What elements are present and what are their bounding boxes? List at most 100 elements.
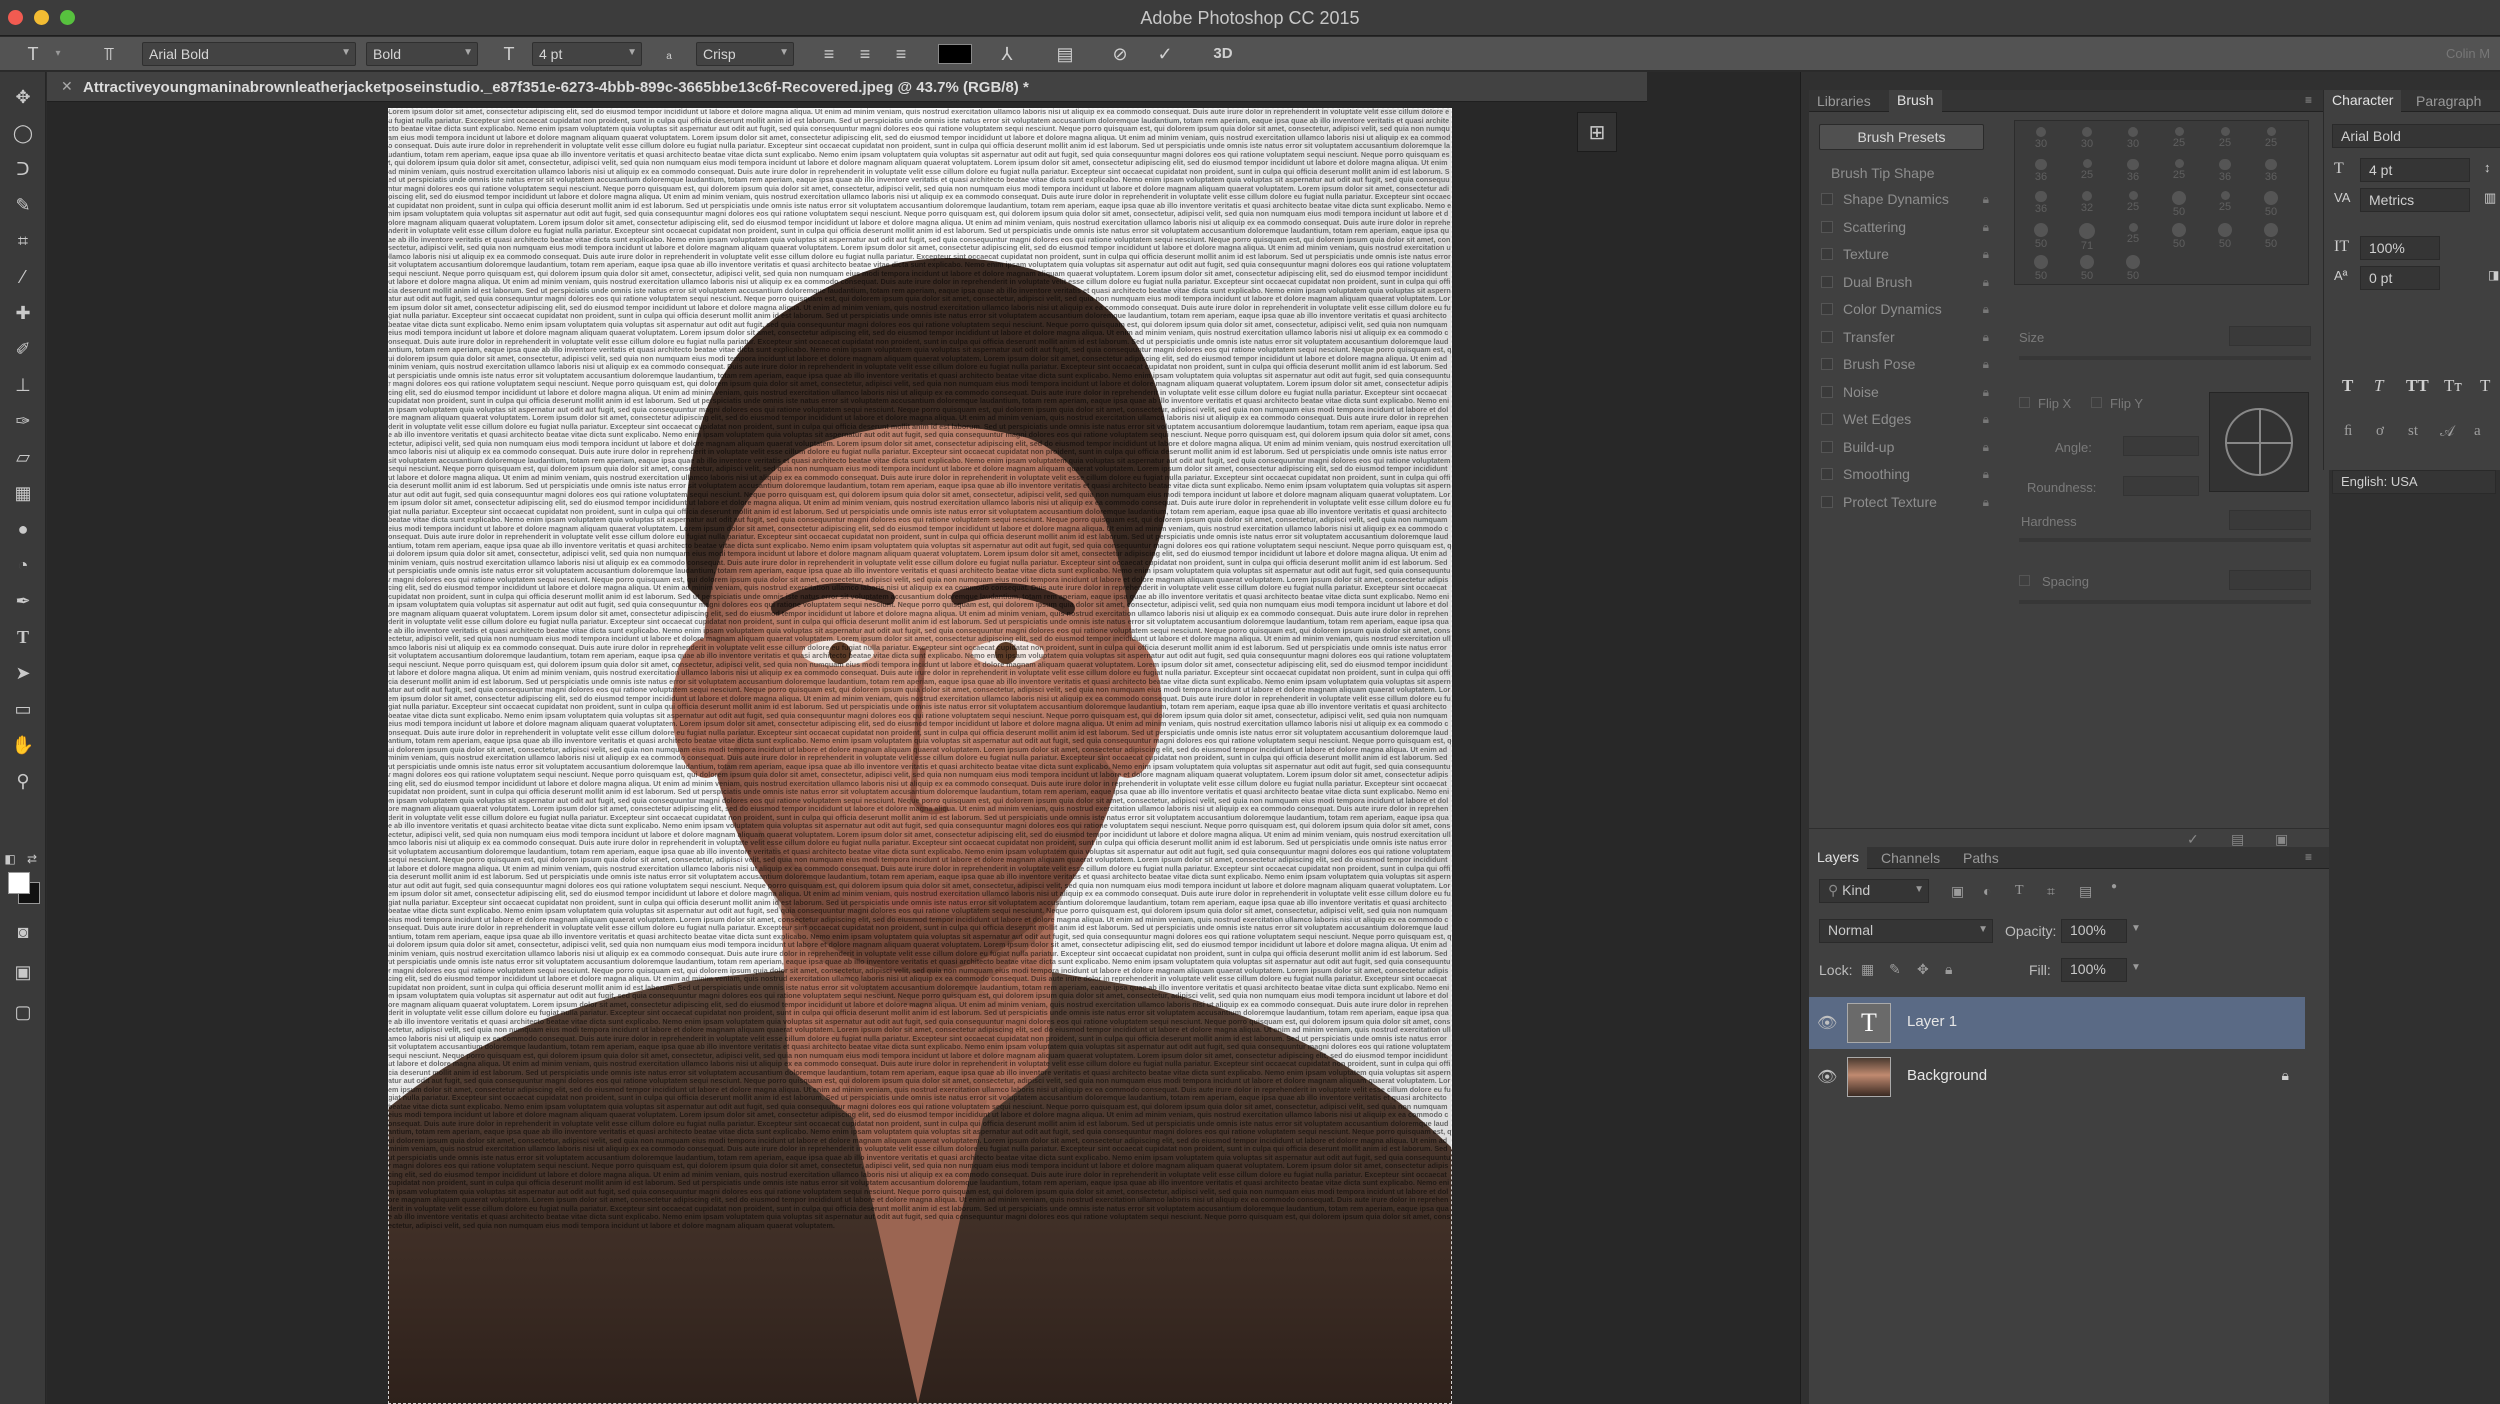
- brush-option-noise[interactable]: Noise 🔒︎: [1821, 379, 1991, 405]
- rectangle-tool-icon[interactable]: ▭: [7, 694, 39, 724]
- brush-option-texture[interactable]: Texture 🔒︎: [1821, 241, 1991, 267]
- angle-input[interactable]: [2123, 436, 2199, 456]
- ligatures-button[interactable]: ﬁ: [2344, 423, 2352, 440]
- tool-preset-arrow-icon[interactable]: ▾: [52, 42, 64, 66]
- lock-icon[interactable]: 🔒︎: [1983, 241, 1989, 267]
- brush-tip-preset[interactable]: 50: [2115, 253, 2151, 282]
- panel-menu-icon[interactable]: ≡: [2305, 93, 2312, 107]
- brush-tip-preset[interactable]: 50: [2161, 189, 2197, 218]
- fill-input[interactable]: 100%: [2061, 958, 2127, 982]
- brush-tip-preset[interactable]: 50: [2207, 221, 2243, 250]
- brush-tip-preset[interactable]: 25: [2161, 125, 2197, 151]
- commit-edit-icon[interactable]: ✓: [1152, 42, 1178, 66]
- spacing-checkbox[interactable]: Spacing: [2019, 574, 2089, 589]
- old-style-button[interactable]: ơ: [2376, 423, 2384, 440]
- 3d-button[interactable]: 3D: [1206, 42, 1240, 66]
- gradient-tool-icon[interactable]: ▦: [7, 478, 39, 508]
- lock-icon[interactable]: 🔒︎: [1983, 434, 1989, 460]
- default-colors-icon[interactable]: ◧: [2, 844, 18, 874]
- checkbox-icon[interactable]: [1821, 193, 1833, 205]
- brush-tip-preset[interactable]: 25: [2115, 221, 2151, 247]
- eyedropper-tool-icon[interactable]: ⁄: [7, 262, 39, 292]
- quick-selection-tool-icon[interactable]: ✎: [7, 190, 39, 220]
- toggle-live-tip-icon[interactable]: ✓: [2187, 831, 2199, 848]
- foreground-color-swatch[interactable]: [8, 872, 30, 894]
- small-caps-button[interactable]: Tт: [2444, 376, 2462, 396]
- marquee-tool-icon[interactable]: ◯: [7, 118, 39, 148]
- brush-tip-preset[interactable]: 36: [2253, 157, 2289, 183]
- checkbox-icon[interactable]: [1821, 303, 1833, 315]
- brush-tip-preset[interactable]: 36: [2115, 157, 2151, 183]
- brush-tip-preset[interactable]: 50: [2253, 189, 2289, 218]
- brush-tip-preset[interactable]: 36: [2023, 189, 2059, 215]
- warp-text-icon[interactable]: ⅄: [994, 42, 1020, 66]
- align-left-icon[interactable]: ≡: [816, 42, 842, 66]
- size-slider[interactable]: [2019, 356, 2311, 360]
- checkbox-icon[interactable]: [1821, 275, 1833, 288]
- opacity-chevron-icon[interactable]: ▼: [2131, 923, 2141, 934]
- brush-tip-preset[interactable]: 30: [2115, 125, 2151, 151]
- document-canvas[interactable]: Lorem ipsum dolor sit amet, consectetur …: [388, 108, 1452, 1404]
- tab-channels[interactable]: Channels: [1881, 850, 1940, 866]
- brush-option-build-up[interactable]: Build-up 🔒︎: [1821, 434, 1991, 460]
- crop-tool-icon[interactable]: ⌗: [7, 226, 39, 256]
- layer-kind-filter[interactable]: ⚲ Kind ▼: [1819, 879, 1929, 903]
- history-brush-tool-icon[interactable]: ✑: [7, 406, 39, 436]
- brush-tip-preset[interactable]: 50: [2253, 221, 2289, 250]
- visibility-eye-icon[interactable]: 👁︎: [1817, 1067, 1837, 1087]
- dodge-tool-icon[interactable]: ◔: [7, 550, 39, 580]
- font-family-select[interactable]: Arial Bold ▼: [142, 42, 356, 66]
- brush-tip-preset[interactable]: 25: [2207, 189, 2243, 215]
- tab-layers[interactable]: Layers: [1809, 847, 1868, 869]
- faux-italic-button[interactable]: T: [2374, 376, 2383, 396]
- lock-icon[interactable]: 🔒︎: [1983, 379, 1989, 405]
- checkbox-icon[interactable]: [1821, 495, 1833, 508]
- kerning-select[interactable]: Metrics: [2360, 188, 2470, 212]
- brush-option-smoothing[interactable]: Smoothing 🔒︎: [1821, 461, 1991, 487]
- opacity-input[interactable]: 100%: [2061, 919, 2127, 943]
- checkbox-icon[interactable]: [1821, 440, 1833, 453]
- move-tool-icon[interactable]: ✥: [7, 82, 39, 112]
- lasso-tool-icon[interactable]: ᑐ: [7, 154, 39, 184]
- brush-tip-grid[interactable]: 30 30 30 25 25 25 36 25 36 25 36 36 36 32 25 50 25 50 50 71…: [2014, 120, 2309, 285]
- artboard-icon[interactable]: ▢: [7, 997, 39, 1027]
- color-swatch-icon[interactable]: ◨: [2488, 268, 2499, 282]
- antialias-select[interactable]: Crisp ▼: [696, 42, 794, 66]
- user-name[interactable]: Colin M: [2446, 42, 2500, 66]
- align-right-icon[interactable]: ≡: [888, 42, 914, 66]
- all-caps-button[interactable]: TT: [2406, 376, 2429, 396]
- checkbox-icon[interactable]: [1821, 358, 1833, 370]
- brush-projection-icon[interactable]: ▤: [2231, 831, 2244, 848]
- checkbox-icon[interactable]: [1821, 220, 1833, 233]
- panel-collapse-icon[interactable]: ⊞: [1577, 112, 1617, 152]
- panel-menu-icon[interactable]: ≡: [2305, 850, 2312, 864]
- brush-option-brush-pose[interactable]: Brush Pose 🔒︎: [1821, 351, 1991, 377]
- path-selection-tool-icon[interactable]: ➤: [7, 658, 39, 688]
- lock-image-icon[interactable]: ✎: [1889, 961, 1901, 978]
- brush-tip-preset[interactable]: 50: [2161, 221, 2197, 250]
- tab-character[interactable]: Character: [2324, 90, 2402, 112]
- lock-all-icon[interactable]: 🔒︎: [1945, 961, 1952, 978]
- lock-icon[interactable]: 🔒︎: [1983, 461, 1989, 487]
- brush-angle-crosshair[interactable]: [2209, 392, 2309, 492]
- text-color-swatch[interactable]: [938, 44, 972, 64]
- swap-colors-icon[interactable]: ⇄: [24, 844, 40, 874]
- hardness-input[interactable]: [2229, 510, 2311, 530]
- flip-y-checkbox[interactable]: Flip Y: [2091, 396, 2143, 411]
- font-style-select[interactable]: Bold ▼: [366, 42, 478, 66]
- blend-mode-select[interactable]: Normal ▼: [1819, 919, 1993, 943]
- fill-chevron-icon[interactable]: ▼: [2131, 962, 2141, 973]
- spacing-input[interactable]: [2229, 570, 2311, 590]
- filter-toggle-icon[interactable]: ●: [2111, 881, 2117, 892]
- brush-tip-preset[interactable]: 32: [2069, 189, 2105, 215]
- brush-option-shape-dynamics[interactable]: Shape Dynamics 🔒︎: [1821, 186, 1991, 212]
- brush-option-protect-texture[interactable]: Protect Texture 🔒︎: [1821, 489, 1991, 515]
- roundness-input[interactable]: [2123, 476, 2199, 496]
- text-orientation-icon[interactable]: ⫪: [96, 42, 122, 66]
- checkbox-icon[interactable]: [1821, 385, 1833, 398]
- layer-row-background[interactable]: 👁︎ Background 🔒︎: [1809, 1051, 2305, 1103]
- swash-button[interactable]: st: [2408, 423, 2418, 440]
- character-panel-toggle-icon[interactable]: ▤: [1052, 42, 1078, 66]
- type-tool-icon[interactable]: T: [20, 42, 46, 66]
- hardness-slider[interactable]: [2019, 538, 2311, 542]
